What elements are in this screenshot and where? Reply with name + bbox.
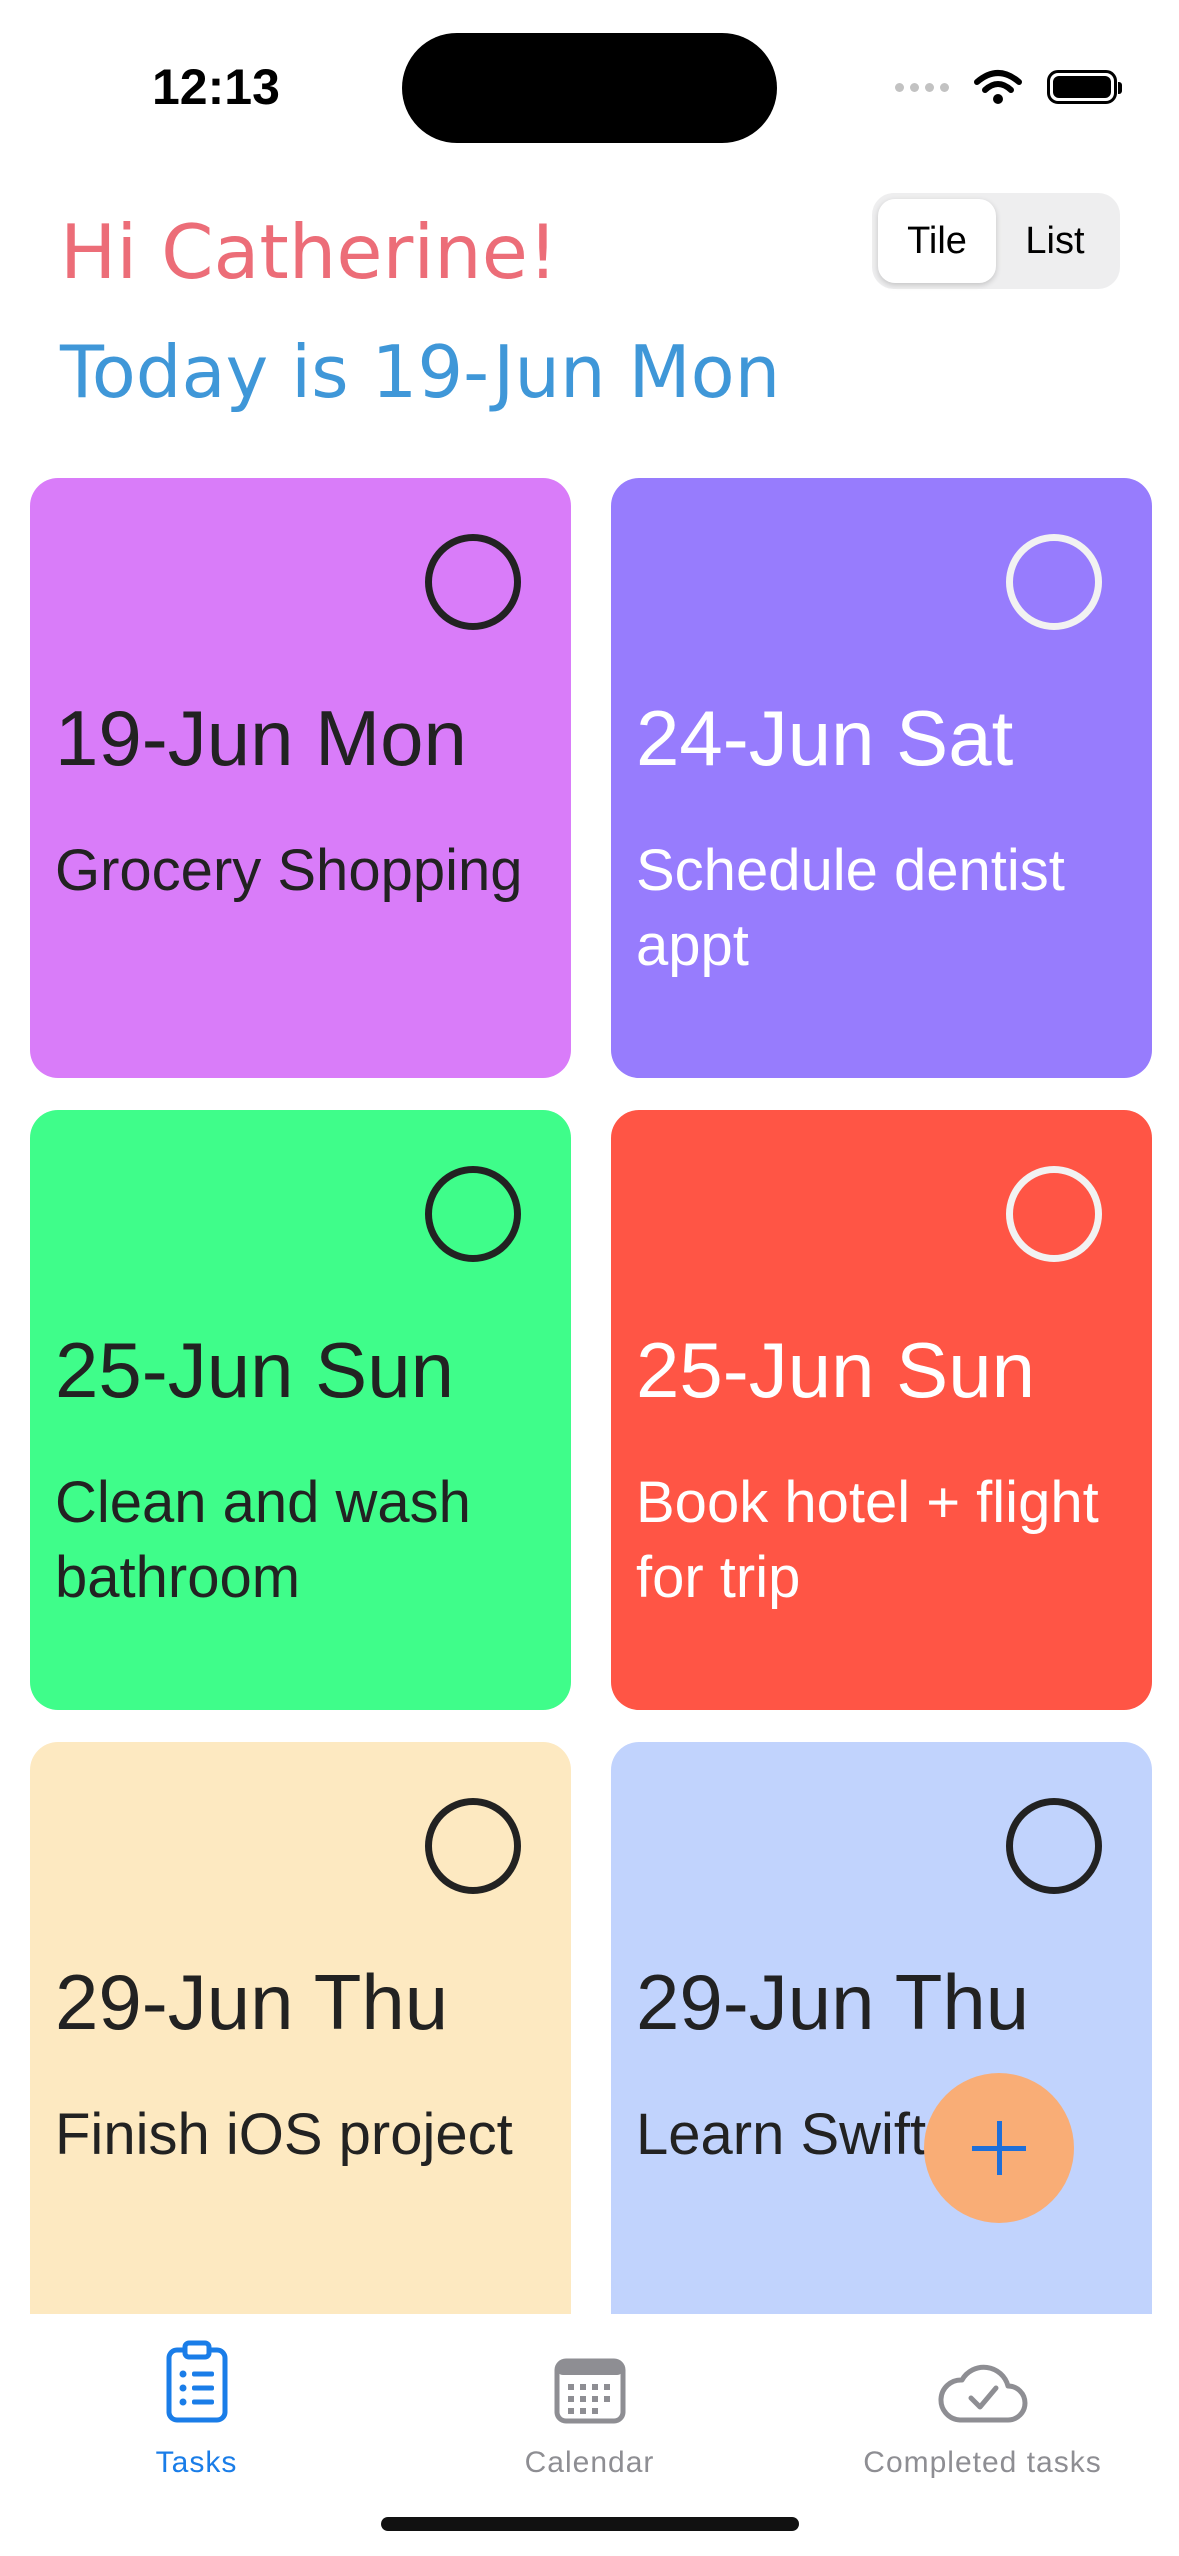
toggle-tile[interactable]: Tile [878, 199, 996, 283]
wifi-icon [974, 70, 1022, 104]
today-date-text: Today is 19-Jun Mon [60, 330, 781, 414]
task-date: 19-Jun Mon [55, 694, 467, 782]
clipboard-list-icon [166, 2340, 227, 2423]
complete-checkbox[interactable] [1006, 1798, 1102, 1894]
task-tile[interactable]: 29-Jun Thu Learn Swift [611, 1742, 1152, 2342]
task-date: 25-Jun Sun [636, 1326, 1035, 1414]
task-title: Clean and wash bathroom [55, 1470, 471, 1610]
view-mode-toggle[interactable]: Tile List [872, 193, 1120, 289]
complete-checkbox[interactable] [425, 534, 521, 630]
calendar-icon [554, 2358, 625, 2424]
task-date: 24-Jun Sat [636, 694, 1014, 782]
tab-completed-tasks[interactable]: Completed tasks [786, 2314, 1179, 2480]
tab-tasks[interactable]: Tasks [0, 2314, 393, 2480]
home-indicator [381, 2517, 799, 2531]
plus-icon [972, 2121, 1026, 2175]
greeting-text: Hi Catherine! [60, 208, 558, 296]
task-tile[interactable]: 24-Jun Sat Schedule dentist appt [611, 478, 1152, 1078]
task-tile[interactable]: 25-Jun Sun Book hotel + flight for trip [611, 1110, 1152, 1710]
cellular-signal-icon [895, 82, 949, 92]
cloud-check-icon [937, 2364, 1027, 2423]
task-title: Book hotel + flight for trip [636, 1470, 1099, 1610]
tab-label: Completed tasks [863, 2446, 1102, 2479]
status-time: 12:13 [152, 59, 280, 115]
battery-icon [1047, 70, 1122, 104]
tab-calendar[interactable]: Calendar [393, 2314, 786, 2480]
toggle-list[interactable]: List [996, 199, 1114, 283]
task-title: Grocery Shopping [55, 838, 523, 903]
task-tile[interactable]: 19-Jun Mon Grocery Shopping [30, 478, 571, 1078]
task-date: 29-Jun Thu [55, 1958, 449, 2046]
task-tile[interactable]: 25-Jun Sun Clean and wash bathroom [30, 1110, 571, 1710]
task-date: 29-Jun Thu [636, 1958, 1030, 2046]
complete-checkbox[interactable] [425, 1798, 521, 1894]
task-tile[interactable]: 29-Jun Thu Finish iOS project [30, 1742, 571, 2342]
complete-checkbox[interactable] [1006, 1166, 1102, 1262]
status-icons [895, 64, 1122, 110]
task-title: Schedule dentist appt [636, 838, 1065, 978]
tab-label: Tasks [155, 2446, 238, 2479]
complete-checkbox[interactable] [1006, 534, 1102, 630]
dynamic-island [402, 33, 777, 143]
add-task-button[interactable] [924, 2073, 1074, 2223]
complete-checkbox[interactable] [425, 1166, 521, 1262]
task-date: 25-Jun Sun [55, 1326, 454, 1414]
task-title: Finish iOS project [55, 2102, 513, 2167]
tab-label: Calendar [524, 2446, 655, 2479]
